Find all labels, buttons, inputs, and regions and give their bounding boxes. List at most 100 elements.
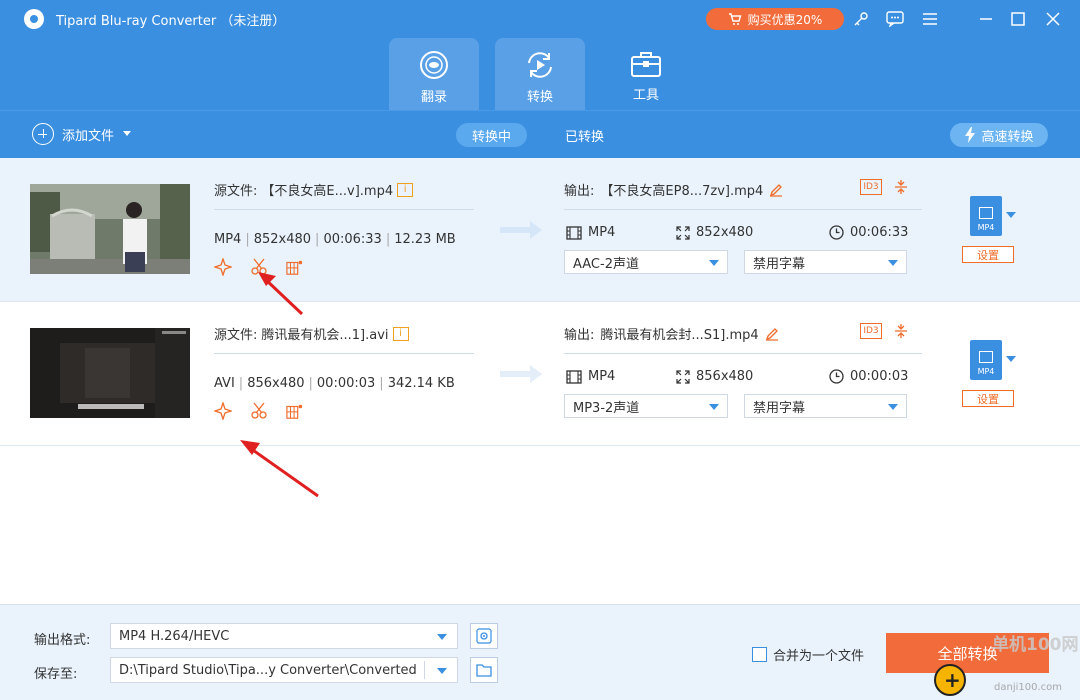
id3-tag-icon[interactable]: ID3	[860, 179, 882, 195]
file-row[interactable]: 源文件: 腾讯最有机会...1].avi i AVI | 856x480 | 00:00…	[0, 302, 1080, 446]
output-format-value: MP4	[588, 369, 616, 384]
audio-track-select[interactable]: MP3-2声道	[564, 394, 728, 418]
id3-tag-icon[interactable]: ID3	[860, 323, 882, 339]
output-resolution-value: 856x480	[696, 369, 754, 384]
subtitle-select[interactable]: 禁用字幕	[744, 394, 907, 418]
cut-icon[interactable]	[250, 402, 268, 420]
divider	[214, 353, 474, 354]
save-to-label: 保存至:	[34, 667, 78, 682]
title-bar: Tipard Blu-ray Converter （未注册） 购买优惠20%	[0, 0, 1080, 38]
source-label: 源文件:	[214, 184, 258, 199]
menu-icon[interactable]	[920, 9, 940, 29]
convert-all-button[interactable]: 全部转换	[886, 633, 1049, 673]
audio-track-value: MP3-2声道	[573, 400, 640, 416]
resize-icon	[676, 225, 690, 240]
source-duration: 00:06:33	[323, 232, 382, 247]
output-format-select-value: MP4 H.264/HEVC	[119, 628, 230, 644]
source-size: 342.14 KB	[387, 376, 455, 391]
film-icon	[979, 351, 993, 363]
clock-icon	[829, 225, 844, 240]
tab-converted[interactable]: 已转换	[549, 123, 620, 147]
minimize-icon[interactable]	[976, 9, 996, 29]
output-format-label: 输出格式:	[34, 633, 91, 648]
open-folder-button[interactable]	[470, 657, 498, 683]
film-icon	[566, 369, 582, 384]
folder-icon	[476, 664, 492, 677]
edit-effects-icon[interactable]	[286, 258, 304, 276]
output-duration: 00:06:33	[829, 225, 908, 240]
rename-edit-icon[interactable]	[765, 327, 779, 341]
output-file: 输出: 腾讯最有机会封...S1].mp4	[564, 324, 779, 343]
bottom-bar: 输出格式: MP4 H.264/HEVC 保存至: D:\Tipard Stud…	[0, 604, 1080, 700]
enhance-icon[interactable]	[214, 402, 232, 420]
divider	[214, 209, 474, 210]
toolbox-icon	[631, 52, 661, 77]
cut-icon[interactable]	[250, 258, 268, 276]
output-label: 输出:	[564, 328, 595, 343]
chevron-down-icon	[709, 260, 719, 266]
clock-icon	[829, 369, 844, 384]
edit-effects-icon[interactable]	[286, 402, 304, 420]
source-resolution: 852x480	[253, 232, 312, 247]
tab-toolbox[interactable]: 工具	[601, 38, 691, 110]
divider	[564, 353, 922, 354]
tab-converting[interactable]: 转换中	[456, 123, 528, 147]
file-row[interactable]: 源文件: 【不良女高E...v].mp4 i MP4 | 852x480 | 00:06…	[0, 158, 1080, 302]
source-label: 源文件:	[214, 328, 258, 343]
save-path-select[interactable]: D:\Tipard Studio\Tipa...y Converter\Conv…	[110, 657, 458, 683]
tab-convert[interactable]: 转换	[495, 38, 585, 110]
buy-discount-label: 购买优惠20%	[747, 12, 823, 27]
add-icon	[32, 123, 54, 145]
chevron-down-icon	[437, 634, 447, 640]
source-meta: MP4 | 852x480 | 00:06:33 | 12.23 MB	[214, 232, 456, 247]
tab-rip[interactable]: 翻录	[389, 38, 479, 110]
audio-track-select[interactable]: AAC-2声道	[564, 250, 728, 274]
enhance-icon[interactable]	[214, 258, 232, 276]
merge-option[interactable]: 合并为一个文件	[752, 645, 864, 664]
chevron-down-icon[interactable]	[1006, 356, 1016, 362]
feedback-icon[interactable]	[885, 9, 905, 29]
lightning-icon	[965, 127, 976, 143]
output-format-button[interactable]: MP4	[970, 196, 1002, 236]
compress-icon[interactable]	[894, 323, 908, 339]
tab-convert-label: 转换	[526, 90, 553, 105]
output-format-value: MP4	[588, 225, 616, 240]
format-settings-button[interactable]	[470, 623, 498, 649]
convert-arrow-icon	[500, 218, 544, 242]
tab-toolbox-label: 工具	[632, 88, 659, 103]
gear-icon	[476, 628, 492, 644]
chevron-down-icon[interactable]	[122, 130, 132, 138]
chevron-down-icon	[437, 668, 447, 674]
settings-button[interactable]: 设置	[962, 246, 1014, 263]
add-file-button[interactable]: 添加文件	[32, 123, 132, 145]
source-meta: AVI | 856x480 | 00:00:03 | 342.14 KB	[214, 376, 455, 391]
source-format: MP4	[214, 232, 242, 247]
output-duration: 00:00:03	[829, 369, 908, 384]
key-icon[interactable]	[851, 9, 871, 29]
divider	[564, 209, 922, 210]
output-format: MP4	[566, 225, 615, 240]
edit-tools	[214, 402, 304, 420]
info-icon[interactable]: i	[397, 182, 414, 197]
chevron-down-icon[interactable]	[1006, 212, 1016, 218]
app-title: Tipard Blu-ray Converter （未注册）	[56, 14, 286, 29]
output-format-select[interactable]: MP4 H.264/HEVC	[110, 623, 458, 649]
rename-edit-icon[interactable]	[769, 183, 783, 197]
buy-discount-button[interactable]: 购买优惠20%	[706, 8, 844, 30]
output-resolution: 852x480	[676, 225, 753, 240]
convert-arrow-icon	[500, 362, 544, 386]
settings-button[interactable]: 设置	[962, 390, 1014, 407]
output-format-button[interactable]: MP4	[970, 340, 1002, 380]
fast-convert-button[interactable]: 高速转换	[950, 123, 1048, 147]
close-icon[interactable]	[1043, 9, 1063, 29]
source-duration: 00:00:03	[316, 376, 376, 391]
subtitle-select[interactable]: 禁用字幕	[744, 250, 907, 274]
info-icon[interactable]: i	[392, 326, 409, 341]
maximize-icon[interactable]	[1008, 9, 1028, 29]
output-tools: ID3	[860, 179, 908, 195]
video-thumbnail[interactable]	[30, 328, 190, 418]
merge-checkbox[interactable]	[752, 647, 767, 662]
compress-icon[interactable]	[894, 179, 908, 195]
video-thumbnail[interactable]	[30, 184, 190, 274]
output-format: MP4	[566, 369, 615, 384]
